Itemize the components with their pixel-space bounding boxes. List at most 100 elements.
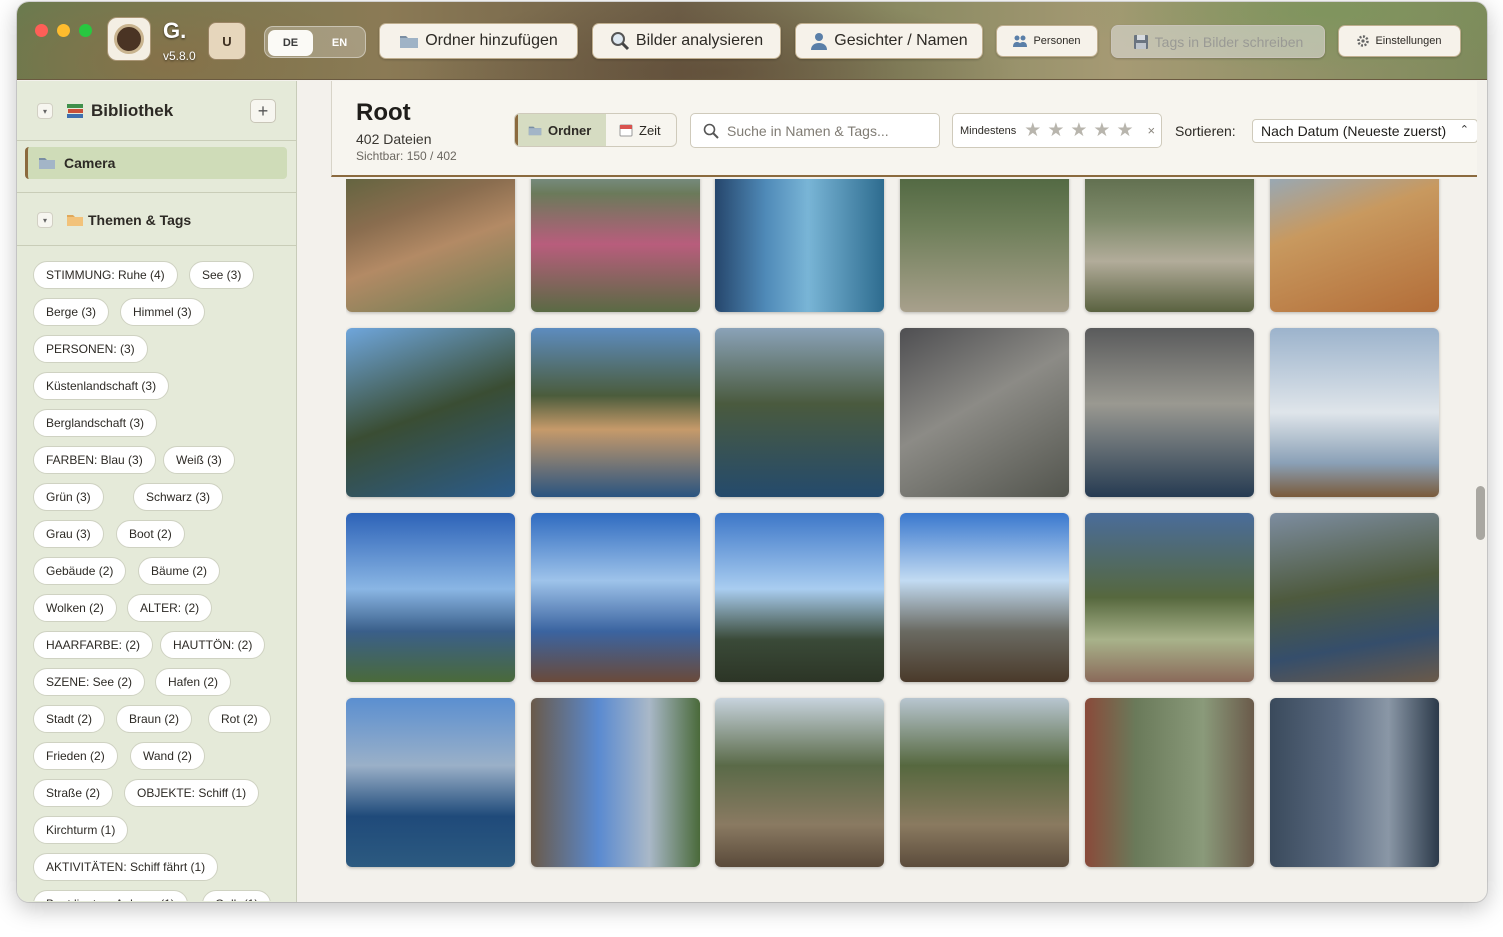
tag-chip[interactable]: Rot (2) xyxy=(208,705,271,733)
tag-chip[interactable]: Schwarz (3) xyxy=(133,483,224,511)
minimize-window-button[interactable] xyxy=(57,24,70,37)
photo-thumbnail[interactable] xyxy=(900,698,1070,867)
tag-chip[interactable]: See (3) xyxy=(189,261,255,289)
view-folder-tab[interactable]: Ordner xyxy=(515,114,606,146)
sort-value: Nach Datum (Neueste zuerst) xyxy=(1261,123,1447,139)
photo-thumbnail[interactable] xyxy=(346,513,515,682)
library-section: ▾ Bibliothek + xyxy=(17,81,296,141)
image-grid xyxy=(346,179,1446,902)
photo-thumbnail[interactable] xyxy=(1269,698,1439,867)
photo-thumbnail[interactable] xyxy=(900,328,1070,497)
tag-chip[interactable]: Weiß (3) xyxy=(163,446,235,474)
language-switch: DE EN xyxy=(264,26,366,58)
photo-thumbnail[interactable] xyxy=(530,698,700,867)
settings-button[interactable]: Einstellungen xyxy=(1338,25,1461,57)
tag-chip[interactable]: Wolken (2) xyxy=(33,594,117,622)
analyze-images-button[interactable]: Bilder analysieren xyxy=(592,23,781,59)
gear-icon xyxy=(1357,35,1370,47)
person-icon xyxy=(811,33,828,50)
photo-thumbnail[interactable] xyxy=(1269,328,1439,497)
photo-thumbnail[interactable] xyxy=(1084,328,1254,497)
photo-thumbnail[interactable] xyxy=(530,328,700,497)
tag-chip[interactable]: ALTER: (2) xyxy=(127,594,213,622)
library-disclosure-chevron-icon[interactable]: ▾ xyxy=(37,103,53,119)
star-icon-3[interactable]: ★ xyxy=(1070,121,1087,140)
zoom-window-button[interactable] xyxy=(79,24,92,37)
photo-thumbnail[interactable] xyxy=(715,513,885,682)
library-title: Bibliothek xyxy=(91,101,174,120)
tag-chip[interactable]: Wand (2) xyxy=(130,742,205,770)
tag-chip[interactable]: Frieden (2) xyxy=(33,742,118,770)
tag-chip[interactable]: Boot (2) xyxy=(116,520,185,548)
tag-chip[interactable]: Berge (3) xyxy=(33,298,110,326)
photo-thumbnail[interactable] xyxy=(1084,513,1254,682)
main-content: Root 402 Dateien Sichtbar: 150 / 402 Ord… xyxy=(307,81,1477,902)
add-folder-button[interactable]: Ordner hinzufügen xyxy=(379,23,578,59)
photo-thumbnail[interactable] xyxy=(530,179,700,312)
app-version: v5.8.0 xyxy=(163,49,196,63)
grid-scrollbar-thumb[interactable] xyxy=(1476,486,1485,540)
photo-thumbnail[interactable] xyxy=(1084,179,1254,312)
persons-button[interactable]: Personen xyxy=(996,25,1098,57)
view-mode-segmented-control: Ordner Zeit xyxy=(514,113,677,147)
lang-en-button[interactable]: EN xyxy=(317,30,362,56)
tag-chip[interactable]: SZENE: See (2) xyxy=(33,668,146,696)
tag-chip[interactable]: Grau (3) xyxy=(33,520,104,548)
tag-chip[interactable]: AKTIVITÄTEN: Schiff fährt (1) xyxy=(33,853,219,881)
photo-thumbnail[interactable] xyxy=(1269,179,1439,312)
add-library-button[interactable]: + xyxy=(250,99,276,123)
search-input[interactable]: Suche in Namen & Tags... xyxy=(690,113,940,148)
star-icon-2[interactable]: ★ xyxy=(1047,121,1064,140)
clear-rating-icon[interactable]: × xyxy=(1148,123,1156,138)
tag-chip[interactable]: FARBEN: Blau (3) xyxy=(33,446,156,474)
tag-chip[interactable]: Bäume (2) xyxy=(138,557,221,585)
tag-chip[interactable]: HAUTTÖN: (2) xyxy=(160,631,266,659)
write-tags-button[interactable]: Tags in Bilder schreiben xyxy=(1111,25,1325,58)
sidebar-item-camera[interactable]: Camera xyxy=(25,147,287,179)
close-window-button[interactable] xyxy=(35,24,48,37)
view-time-tab[interactable]: Zeit xyxy=(607,114,676,146)
people-icon xyxy=(1013,35,1028,47)
tag-chip[interactable]: PERSONEN: (3) xyxy=(33,335,148,363)
sort-select[interactable]: Nach Datum (Neueste zuerst) ⌃ xyxy=(1252,119,1477,143)
tag-chip[interactable]: Gebäude (2) xyxy=(33,557,127,585)
tag-chip[interactable]: STIMMUNG: Ruhe (4) xyxy=(33,261,178,289)
tag-chip[interactable]: Boot liegt an Anleger (1) xyxy=(33,890,188,901)
tag-chip[interactable]: OBJEKTE: Schiff (1) xyxy=(124,779,260,807)
calendar-icon xyxy=(619,124,633,137)
photo-thumbnail[interactable] xyxy=(1084,698,1254,867)
tag-chip[interactable]: Stadt (2) xyxy=(33,705,106,733)
faces-names-button[interactable]: Gesichter / Namen xyxy=(795,23,983,59)
tag-chip[interactable]: Braun (2) xyxy=(116,705,193,733)
photo-thumbnail[interactable] xyxy=(346,328,515,497)
photo-thumbnail[interactable] xyxy=(1269,513,1439,682)
photo-thumbnail[interactable] xyxy=(346,179,515,312)
tag-chip[interactable]: HAARFARBE: (2) xyxy=(33,631,154,659)
folder-icon xyxy=(528,126,542,135)
tag-chip[interactable]: Küstenlandschaft (3) xyxy=(33,372,170,400)
star-icon-5[interactable]: ★ xyxy=(1116,121,1133,140)
star-icon-4[interactable]: ★ xyxy=(1093,121,1110,140)
themes-disclosure-chevron-icon[interactable]: ▾ xyxy=(37,212,53,228)
title-bar: G. v5.8.0 U DE EN Ordner hinzufügen Bild… xyxy=(17,2,1487,80)
photo-thumbnail[interactable] xyxy=(715,698,885,867)
view-time-label: Zeit xyxy=(639,122,661,138)
tag-chip[interactable]: Straße (2) xyxy=(33,779,114,807)
star-icon-1[interactable]: ★ xyxy=(1024,121,1041,140)
settings-label: Einstellungen xyxy=(1375,35,1442,47)
tag-chip[interactable]: Kirchturm (1) xyxy=(33,816,129,844)
photo-thumbnail[interactable] xyxy=(900,513,1070,682)
tag-chip[interactable]: Berglandschaft (3) xyxy=(33,409,158,437)
user-button[interactable]: U xyxy=(208,22,246,60)
photo-thumbnail[interactable] xyxy=(715,179,885,312)
photo-thumbnail[interactable] xyxy=(530,513,700,682)
tag-chip[interactable]: Hafen (2) xyxy=(155,668,232,696)
add-folder-label: Ordner hinzufügen xyxy=(425,32,558,49)
photo-thumbnail[interactable] xyxy=(900,179,1070,312)
photo-thumbnail[interactable] xyxy=(715,328,885,497)
tag-chip[interactable]: Himmel (3) xyxy=(120,298,205,326)
tag-chip[interactable]: Grün (3) xyxy=(33,483,104,511)
tag-chip[interactable]: Gelb (1) xyxy=(202,890,272,901)
photo-thumbnail[interactable] xyxy=(346,698,515,867)
lang-de-button[interactable]: DE xyxy=(268,30,313,56)
